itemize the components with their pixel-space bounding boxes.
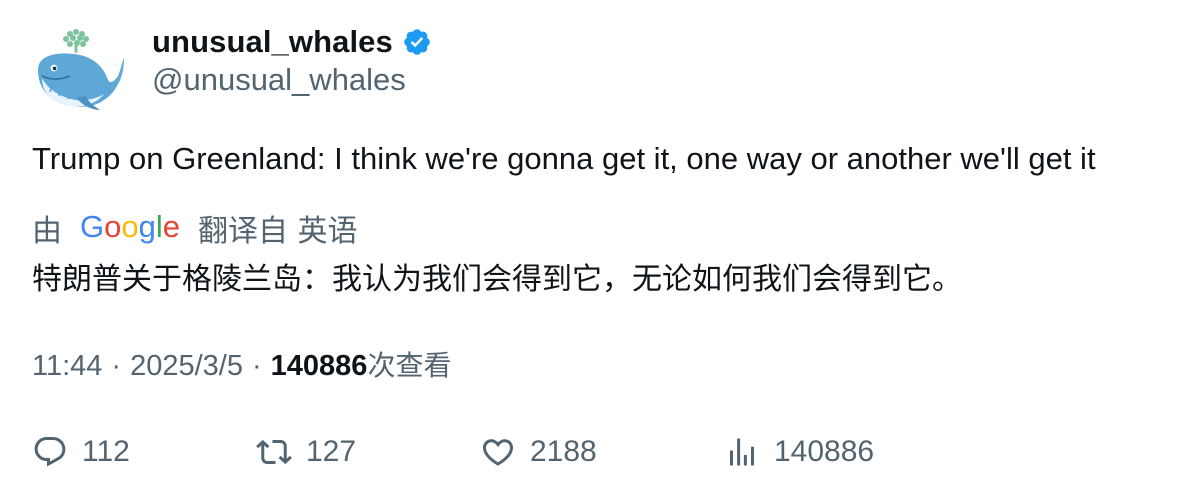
meta-separator: · [111,350,122,382]
action-bar: 112 127 2188 140886 [0,424,1196,480]
translated-text: 特朗普关于格陵兰岛：我认为我们会得到它，无论如何我们会得到它。 [32,262,962,297]
translation-suffix: 翻译自 英语 [198,214,358,249]
heart-icon [482,439,514,466]
google-logo-icon[interactable]: Google [80,208,180,248]
meta-separator: · [251,350,262,382]
views-action-count: 140886 [774,435,875,468]
tweet-date[interactable]: 2025/3/5 [130,350,243,383]
svg-text:Google: Google [80,209,180,244]
analytics-icon [730,438,754,466]
avatar[interactable] [30,24,126,114]
author-handle[interactable]: @unusual_whales [152,62,406,98]
tweet-text: Trump on Greenland: I think we're gonna … [32,141,1096,176]
author-name-row[interactable]: unusual_whales [152,22,432,62]
translation-prefix: 由 [32,214,62,249]
reply-icon [34,437,66,467]
retweet-button[interactable]: 127 [256,424,356,480]
verified-badge-icon[interactable] [402,27,432,57]
like-count: 2188 [530,435,597,468]
translation-attribution: 由 Google 翻译自 英语 [32,206,358,250]
like-button[interactable]: 2188 [480,424,597,480]
retweet-icon [256,439,292,465]
tweet-time[interactable]: 11:44 [32,350,102,383]
whale-icon [38,29,124,110]
views-button[interactable]: 140886 [724,424,874,480]
retweet-count: 127 [306,435,357,468]
author-display-name[interactable]: unusual_whales [152,24,393,60]
views-count: 140886 [270,350,368,382]
views-label: 次查看 [367,349,452,382]
tweet-card: unusual_whales @unusual_whales Trump on … [0,0,1196,498]
reply-count: 112 [82,435,130,468]
tweet-meta: 11:44 · 2025/3/5 · 140886 次查看 [32,344,451,384]
reply-button[interactable]: 112 [32,424,130,480]
